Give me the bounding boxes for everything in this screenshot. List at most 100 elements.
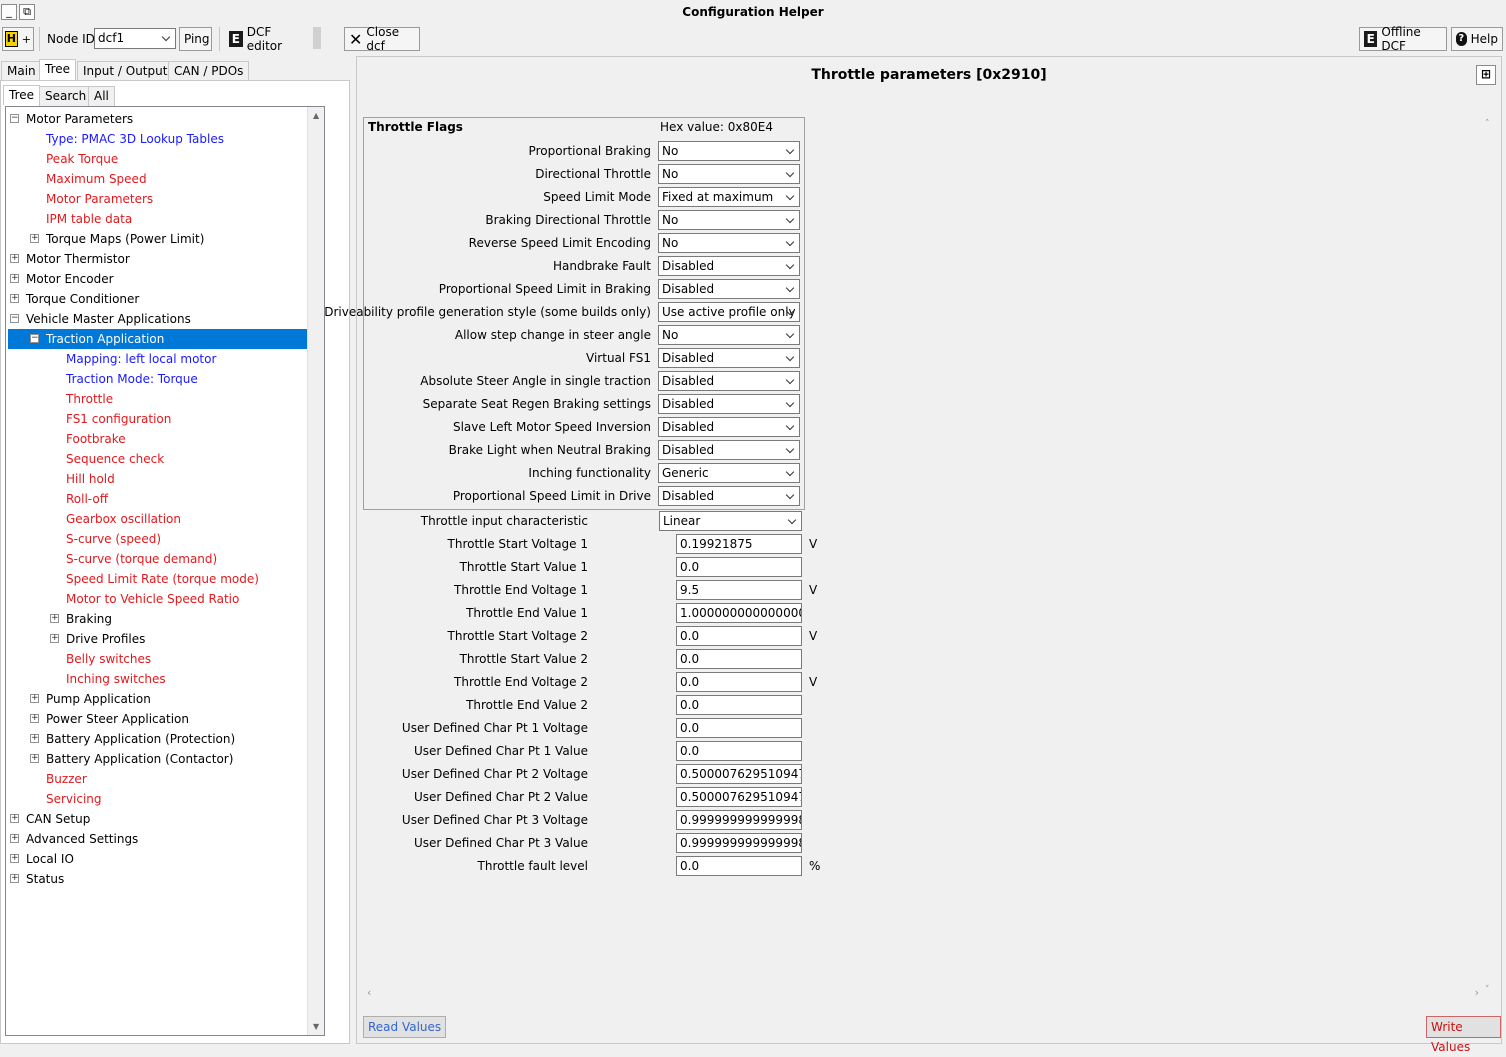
flag-select[interactable]: Disabled: [658, 417, 800, 437]
node-id-select[interactable]: dcf1: [94, 28, 176, 49]
menu-button[interactable]: H +: [2, 27, 34, 51]
tab-main[interactable]: Main: [1, 61, 42, 81]
flag-select[interactable]: Disabled: [658, 279, 800, 299]
tree-item[interactable]: Hill hold: [6, 469, 306, 489]
flag-select[interactable]: Disabled: [658, 371, 800, 391]
tab-tree[interactable]: Tree: [39, 59, 77, 81]
tree-item[interactable]: Servicing: [6, 789, 306, 809]
tree-item[interactable]: + Motor Thermistor: [6, 249, 306, 269]
flag-select[interactable]: No: [658, 210, 800, 230]
flag-select[interactable]: No: [658, 141, 800, 161]
tree-item[interactable]: Roll-off: [6, 489, 306, 509]
tree-item[interactable]: Peak Torque: [6, 149, 306, 169]
param-input[interactable]: 0.5000076295109477: [676, 764, 802, 784]
tree-item[interactable]: − Vehicle Master Applications: [6, 309, 306, 329]
flag-select[interactable]: Disabled: [658, 394, 800, 414]
expand-icon[interactable]: +: [50, 614, 59, 623]
param-input[interactable]: 0.0: [676, 557, 802, 577]
expand-icon[interactable]: +: [30, 714, 39, 723]
offline-dcf-button[interactable]: E Offline DCF: [1359, 25, 1447, 53]
expand-icon[interactable]: +: [30, 734, 39, 743]
tab-subtree[interactable]: Tree: [3, 85, 41, 105]
help-button[interactable]: ? Help: [1451, 27, 1503, 51]
expand-icon[interactable]: +: [10, 294, 19, 303]
tree-item[interactable]: + Battery Application (Protection): [6, 729, 306, 749]
tree-item[interactable]: + CAN Setup: [6, 809, 306, 829]
close-dcf-button[interactable]: ✕ Close dcf: [344, 25, 420, 53]
expand-icon[interactable]: +: [10, 274, 19, 283]
flag-select[interactable]: Use active profile only: [658, 302, 800, 322]
collapse-icon[interactable]: −: [10, 114, 19, 123]
tree-item[interactable]: Gearbox oscillation: [6, 509, 306, 529]
param-input[interactable]: 0.0: [676, 718, 802, 738]
flag-select[interactable]: Disabled: [658, 440, 800, 460]
tree-item[interactable]: + Power Steer Application: [6, 709, 306, 729]
tree-item[interactable]: + Local IO: [6, 849, 306, 869]
tree-item[interactable]: + Braking: [6, 609, 306, 629]
expand-icon[interactable]: +: [30, 694, 39, 703]
expand-icon[interactable]: +: [10, 854, 19, 863]
tree-item[interactable]: + Torque Conditioner: [6, 289, 306, 309]
expand-icon[interactable]: +: [30, 754, 39, 763]
tree-item[interactable]: Speed Limit Rate (torque mode): [6, 569, 306, 589]
tree-item[interactable]: FS1 configuration: [6, 409, 306, 429]
tab-input-output[interactable]: Input / Output: [77, 61, 174, 81]
tree-item[interactable]: − Motor Parameters: [6, 109, 306, 129]
scroll-down-icon[interactable]: ˅: [1485, 985, 1490, 995]
tree-item[interactable]: + Status: [6, 869, 306, 889]
tree-item[interactable]: Throttle: [6, 389, 306, 409]
param-input[interactable]: 0.0: [676, 856, 802, 876]
tree-item[interactable]: Sequence check: [6, 449, 306, 469]
param-input[interactable]: 0.0: [676, 741, 802, 761]
flag-select[interactable]: Disabled: [658, 486, 800, 506]
param-input[interactable]: 1.0000000000000002: [676, 603, 802, 623]
scroll-up-icon[interactable]: ▲: [313, 111, 319, 120]
tab-all[interactable]: All: [88, 86, 115, 106]
tree-item[interactable]: Motor Parameters: [6, 189, 306, 209]
scroll-left-icon[interactable]: ‹: [367, 986, 371, 999]
scroll-right-icon[interactable]: ›: [1475, 986, 1479, 999]
flag-select[interactable]: Disabled: [658, 256, 800, 276]
tab-can-pdos[interactable]: CAN / PDOs: [168, 61, 250, 81]
expand-icon[interactable]: +: [30, 234, 39, 243]
tab-search[interactable]: Search: [39, 86, 93, 106]
param-input[interactable]: 0.19921875: [676, 534, 802, 554]
flag-select[interactable]: No: [658, 164, 800, 184]
vertical-scrollbar[interactable]: ˄ ˅: [1483, 117, 1495, 997]
tree-item[interactable]: + Drive Profiles: [6, 629, 306, 649]
param-input[interactable]: 0.0: [676, 695, 802, 715]
expand-icon[interactable]: +: [10, 254, 19, 263]
tree-item[interactable]: − Traction Application: [8, 329, 322, 349]
tree-item[interactable]: Inching switches: [6, 669, 306, 689]
param-input[interactable]: 0.0: [676, 649, 802, 669]
ping-button[interactable]: Ping: [179, 27, 212, 51]
tree-item[interactable]: + Pump Application: [6, 689, 306, 709]
param-input[interactable]: 0.5000076295109477: [676, 787, 802, 807]
tree-item[interactable]: + Battery Application (Contactor): [6, 749, 306, 769]
tree-item[interactable]: Buzzer: [6, 769, 306, 789]
maximize-panel-icon[interactable]: ⊞: [1476, 65, 1496, 85]
horizontal-scrollbar[interactable]: ‹ ›: [363, 986, 1483, 1001]
expand-icon[interactable]: +: [10, 874, 19, 883]
tree-view[interactable]: − Motor Parameters Type: PMAC 3D Lookup Ta…: [5, 106, 325, 1036]
param-input[interactable]: 9.5: [676, 580, 802, 600]
collapse-icon[interactable]: −: [30, 334, 39, 343]
tree-item[interactable]: IPM table data: [6, 209, 306, 229]
scroll-up-icon[interactable]: ˄: [1485, 119, 1490, 129]
dcf-editor-button[interactable]: E DCF editor: [224, 25, 310, 53]
flag-select[interactable]: Fixed at maximum: [658, 187, 800, 207]
characteristic-select[interactable]: Linear: [659, 511, 802, 531]
expand-icon[interactable]: +: [10, 834, 19, 843]
tree-item[interactable]: + Torque Maps (Power Limit): [6, 229, 306, 249]
collapse-icon[interactable]: −: [10, 314, 19, 323]
tree-item[interactable]: Footbrake: [6, 429, 306, 449]
tree-item[interactable]: Maximum Speed: [6, 169, 306, 189]
param-input[interactable]: 0.0: [676, 672, 802, 692]
read-values-button[interactable]: Read Values: [363, 1016, 447, 1038]
expand-icon[interactable]: +: [50, 634, 59, 643]
tree-item[interactable]: Motor to Vehicle Speed Ratio: [6, 589, 306, 609]
tree-item[interactable]: + Motor Encoder: [6, 269, 306, 289]
param-input[interactable]: 0.0: [676, 626, 802, 646]
flag-select[interactable]: No: [658, 325, 800, 345]
flag-select[interactable]: Generic: [658, 463, 800, 483]
